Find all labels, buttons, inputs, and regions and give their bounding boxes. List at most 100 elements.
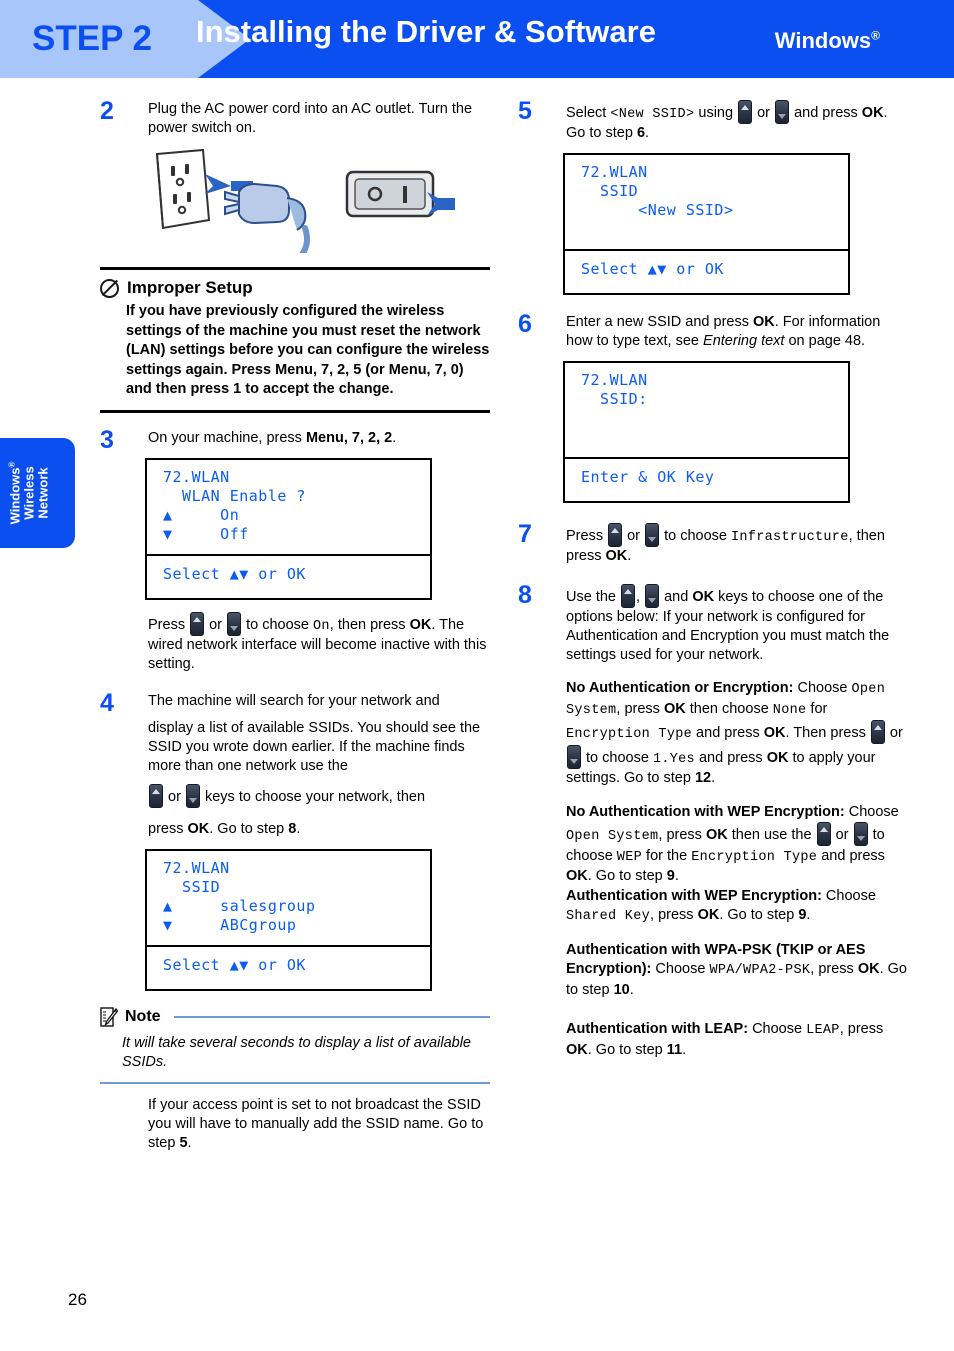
lcd-line-1: 72.WLAN [581, 371, 648, 389]
step-8-number: 8 [518, 581, 532, 609]
step-7-ok: OK [605, 548, 628, 564]
option-4-b1: OK [566, 1041, 588, 1058]
lcd-main-ssid-list: 72.WLAN SSID ▲ salesgroup ▼ ABCgroup [147, 851, 430, 947]
option-3-b2: 10 [613, 981, 630, 998]
step-4-para-4-pre: press [148, 820, 188, 837]
step-chevron-label: STEP 2 [32, 19, 152, 58]
up-arrow-key-icon[interactable] [149, 783, 163, 808]
option-2-title-2: Authentication with WEP Encryption: [566, 887, 822, 904]
down-arrow-key-icon[interactable] [853, 822, 868, 846]
option-1-title: No Authentication or Encryption: [566, 680, 794, 696]
up-arrow-key-icon[interactable] [816, 822, 831, 846]
option-3-t4: . [629, 981, 634, 998]
lcd-panel-ssid-entry: 72.WLAN SSID: Enter & OK Key [563, 361, 850, 503]
lcd-footer-ssid-entry: Enter & OK Key [565, 459, 848, 501]
step-2-number: 2 [100, 97, 114, 125]
step-8-block: 8 Use the , and OK keys to choose one of… [518, 581, 908, 665]
up-arrow-key-icon[interactable] [870, 720, 885, 744]
option-4-b2: 11 [666, 1041, 683, 1058]
option-wep-encryption: No Authentication with WEP Encryption: C… [566, 803, 908, 927]
note-header: Note [100, 1006, 490, 1028]
option-1-t2: , press [616, 700, 664, 717]
option-2-u4: . [806, 907, 811, 923]
step-7-post: . [627, 548, 632, 564]
step-6-block: 6 Enter a new SSID and press OK. For inf… [518, 310, 908, 503]
step-4-para-1: The machine will search for your network… [148, 692, 440, 709]
lcd-line-3 [565, 409, 848, 428]
down-arrow-key-icon[interactable] [775, 100, 790, 124]
step-8-mid2: and [660, 589, 693, 605]
up-arrow-key-icon[interactable] [608, 523, 623, 547]
option-2-t2: , press [658, 827, 706, 843]
down-arrow-key-icon[interactable] [185, 783, 200, 808]
lcd-updown-arrows-icon: ▲▼ [229, 955, 249, 974]
lcd-line-1: 72.WLAN [163, 858, 230, 877]
lcd-line-4 [565, 220, 848, 239]
option-2-u2: , press [650, 907, 698, 923]
lcd-panel-wlan-enable: 72.WLAN WLAN Enable ? ▲ On ▼ Off Select … [145, 457, 432, 600]
option-2-m3: Encryption Type [691, 849, 818, 865]
step-3-text-post: . [392, 429, 397, 446]
header-os-text: Windows [774, 28, 872, 53]
option-2-t7: and press [817, 847, 885, 864]
up-arrow-key-icon[interactable] [738, 100, 753, 124]
step-6-number: 6 [518, 310, 532, 338]
step-3-text-pre: On your machine, press [148, 429, 306, 446]
up-arrow-key-icon[interactable] [621, 584, 635, 608]
option-2-u1: Choose [821, 887, 876, 904]
down-arrow-key-icon[interactable] [227, 611, 242, 636]
step-7-mono: Infrastructure [730, 530, 849, 545]
down-arrow-key-icon[interactable] [567, 744, 581, 769]
lcd-up-arrow-icon: ▲ [163, 896, 173, 915]
lcd-footer-ssid-list: Select ▲▼ or OK [147, 947, 430, 989]
option-3-b1: OK [857, 961, 880, 977]
down-arrow-key-icon[interactable] [645, 584, 660, 608]
lcd-footer-pre: Select [163, 564, 230, 583]
option-1-t4: for [806, 700, 828, 717]
step-3-after-ok: OK [409, 616, 432, 633]
lcd-line-4-text: Off [172, 524, 249, 543]
lcd-footer-line: Select ▲▼ or OK [147, 565, 430, 584]
side-tab-line3: Network [35, 467, 51, 519]
option-3-t1: Choose [651, 961, 710, 977]
improper-setup-title: Improper Setup [127, 278, 253, 297]
up-arrow-key-icon[interactable] [190, 611, 205, 636]
lcd-footer-line: Select ▲▼ or OK [565, 260, 848, 279]
step-4-para-3: or keys to choose your network, then [148, 783, 490, 808]
option-2-m4: Shared Key [566, 909, 651, 924]
side-tab-windows-wireless-network: Windows® Wireless Network [0, 438, 75, 548]
option-1-m2: None [772, 702, 807, 718]
option-2-u3: . Go to step [719, 907, 799, 923]
lcd-panel-new-ssid: 72.WLAN SSID <New SSID> Select ▲▼ or OK [563, 153, 850, 295]
step-7-text: Press or to choose Infrastructure, then … [566, 523, 908, 566]
step-5-number: 5 [518, 97, 532, 125]
after-note-pre: If your access point is set to not broad… [148, 1096, 484, 1151]
step-4-block: 4 The machine will search for your netwo… [100, 690, 490, 991]
option-2-b1: OK [705, 827, 728, 843]
down-arrow-key-icon[interactable] [645, 523, 660, 547]
option-1-t5: and press [692, 725, 764, 741]
option-2-b2: OK [566, 868, 588, 884]
lcd-line-4 [565, 428, 848, 447]
left-column: 2 Plug the AC power cord into an AC outl… [100, 97, 490, 1153]
after-note-text: If your access point is set to not broad… [148, 1096, 490, 1153]
side-tab-line2: Wireless [21, 466, 37, 520]
option-2-b3: 9 [666, 868, 675, 884]
step-5-mid2: or [753, 105, 775, 121]
lcd-line-4-text: ABCgroup [172, 915, 297, 934]
lcd-footer-post: or OK [248, 955, 306, 974]
step-6-post: on page 48. [784, 333, 866, 349]
step-4-para-4: press OK. Go to step 8. [148, 820, 490, 839]
option-2-t6: for the [642, 847, 692, 864]
step-4-para-4-post: . [296, 820, 301, 837]
page-header: STEP 2 Installing the Driver & Software … [0, 0, 954, 78]
step-3-block: 3 On your machine, press Menu, 7, 2, 2. … [100, 427, 490, 674]
step-3-after-text: Press or to choose On, then press OK. Th… [148, 611, 490, 674]
option-4-t4: . [682, 1041, 687, 1058]
step-5-text: Select <New SSID> using or and press OK.… [566, 100, 908, 143]
step-7-block: 7 Press or to choose Infrastructure, the… [518, 522, 908, 566]
lcd-line-2: SSID: [581, 390, 648, 408]
option-wpa-psk: Authentication with WPA-PSK (TKIP or AES… [566, 941, 908, 1001]
step-2-block: 2 Plug the AC power cord into an AC outl… [100, 97, 490, 277]
step-5-mono: <New SSID> [610, 107, 695, 122]
